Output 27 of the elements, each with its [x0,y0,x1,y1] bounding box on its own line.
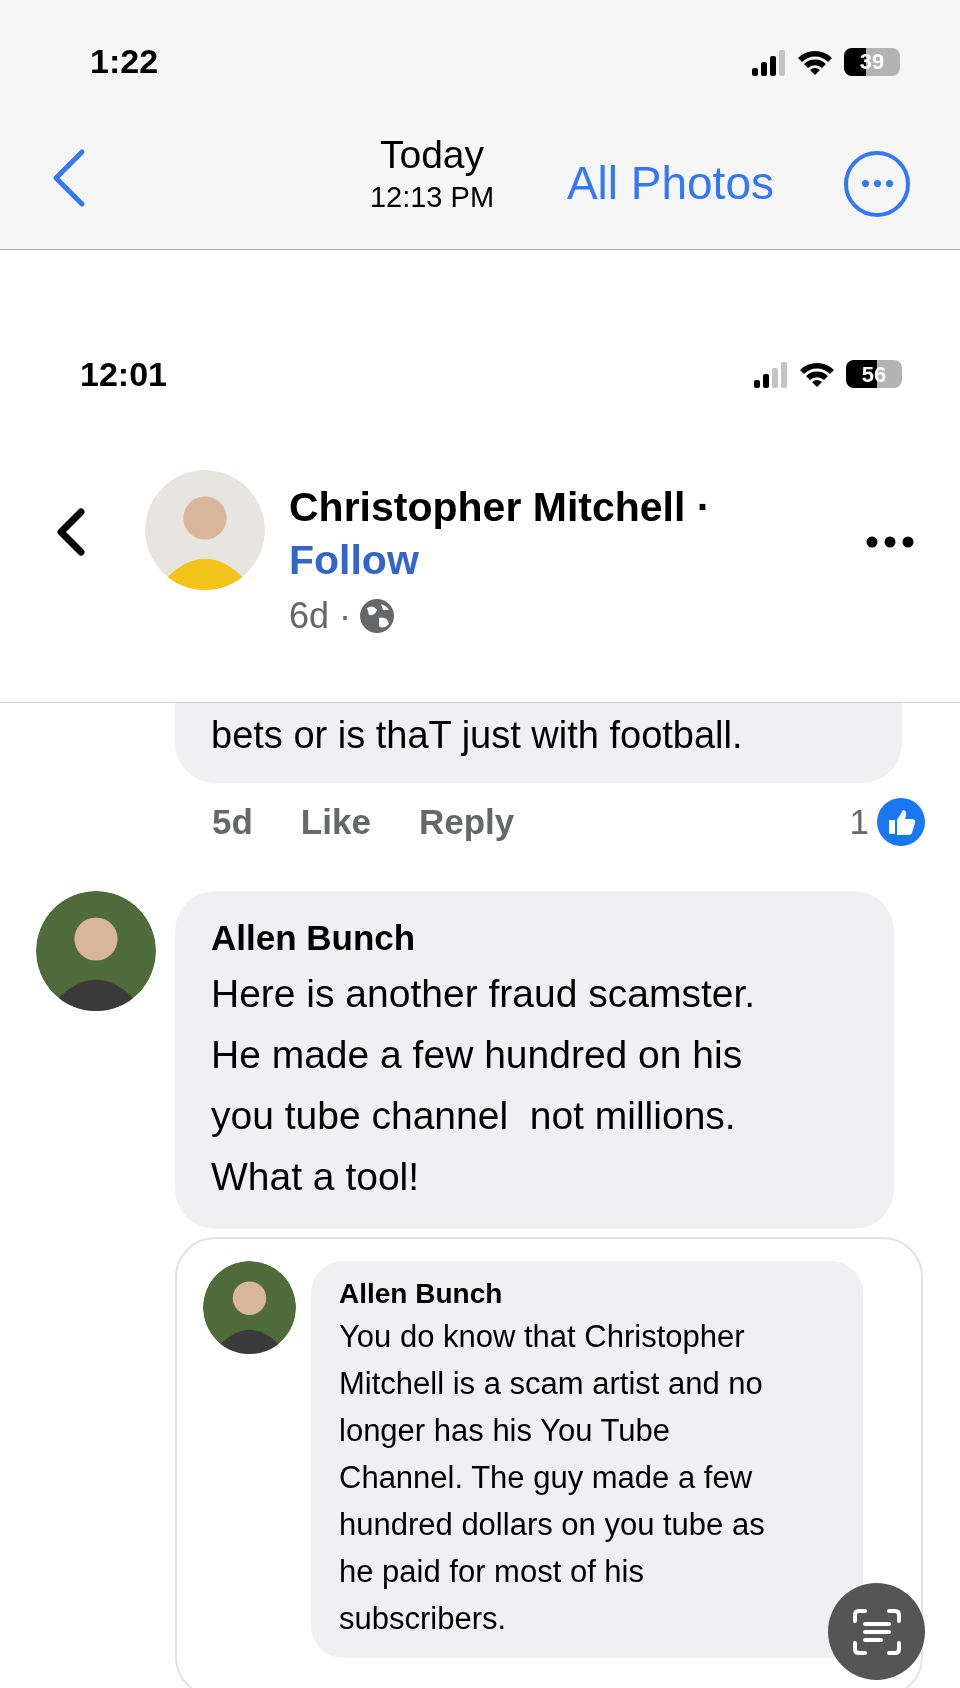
globe-icon [359,598,396,634]
comment-author: Allen Bunch [211,917,417,959]
comment-author: Allen Bunch [339,1277,504,1311]
like-button[interactable]: Like [300,795,371,849]
all-photos-button[interactable]: All Photos [566,149,774,218]
more-icon [866,536,914,548]
comment-text: You do know that Christopher Mitchell is a scam artist and no longer has his You Tube Channel. The guy made a few hundred dollars on you tube as he paid for most of his subscribers. [339,1318,766,1638]
signal-icon [752,47,786,76]
back-button[interactable] [55,508,87,556]
comment-text: bets or is thaT just with football. [211,713,744,758]
comment-age: 5d [212,800,253,843]
back-icon [55,508,87,556]
post-age: 6d · [289,594,352,638]
reaction-count: 1 [849,800,869,843]
follow-link[interactable]: Follow [289,532,419,588]
photo-date: Today [378,133,486,177]
status-time: 1:22 [90,41,159,82]
photo-time: 12:13 PM [368,180,496,215]
like-icon [877,798,925,846]
comment-text: Here is another fraud scamster. He made a few hundred on his you tube channel not millions. What a tool! [211,971,757,1200]
more-button[interactable] [844,150,910,217]
signal-icon [754,360,788,388]
status-time: 12:01 [80,353,167,395]
author-name: Christopher Mitchell · [289,483,712,532]
scan-text-icon [852,1608,901,1655]
reply-button[interactable]: Reply [418,795,515,849]
wifi-icon [798,360,836,388]
